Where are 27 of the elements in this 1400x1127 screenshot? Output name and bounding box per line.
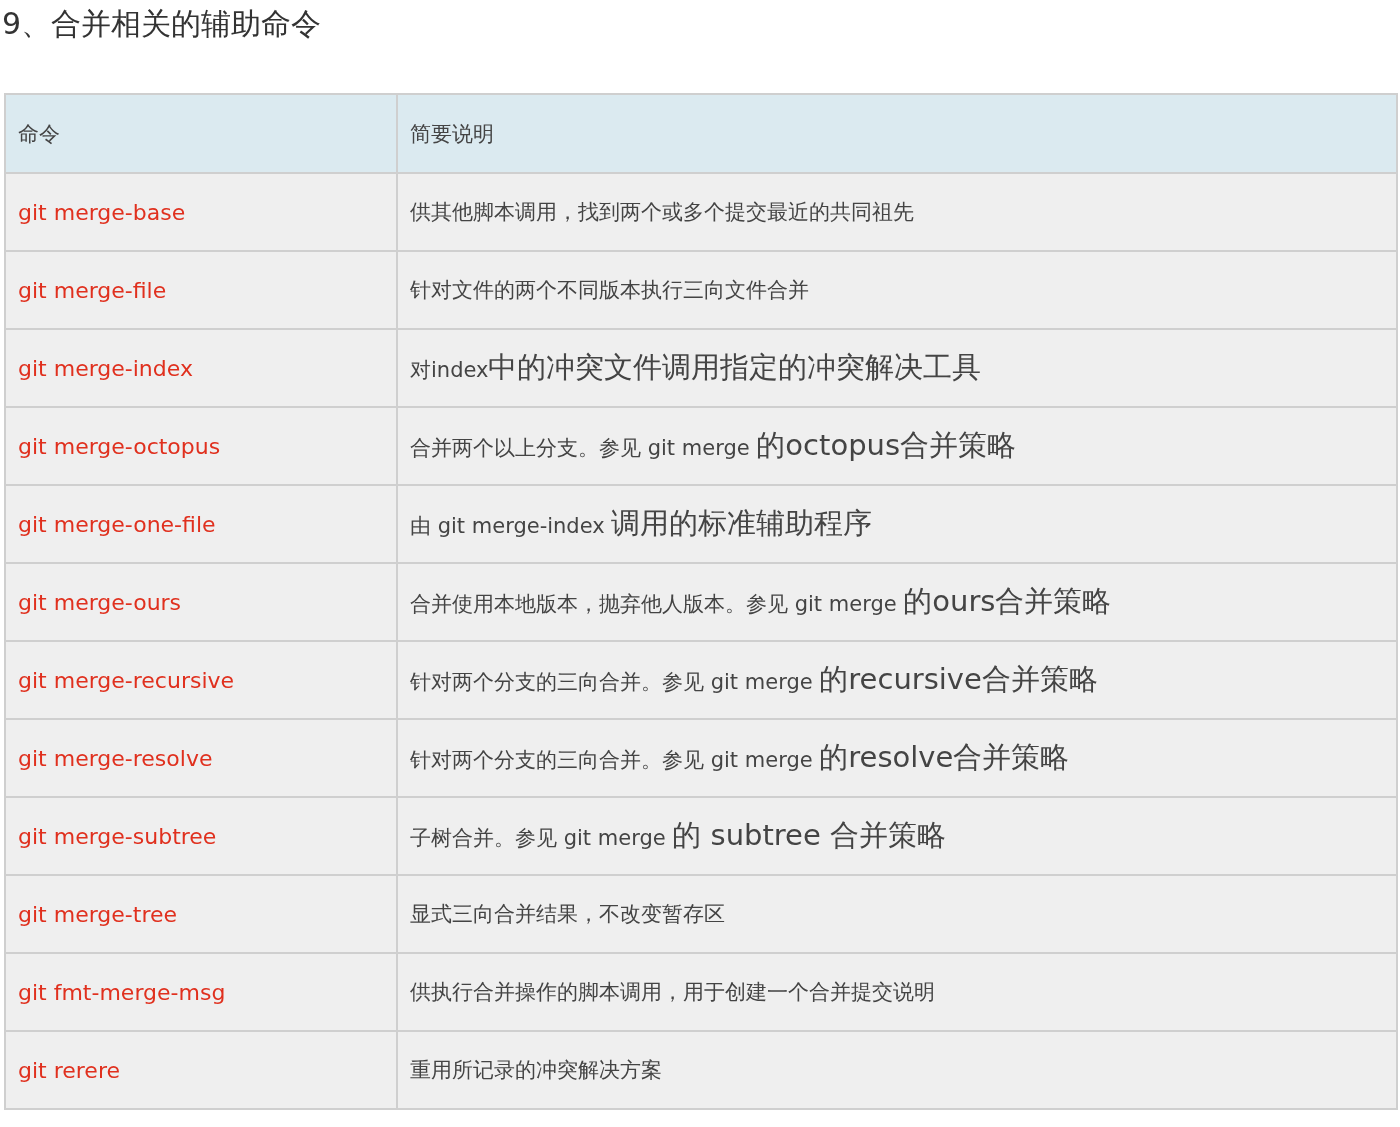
column-header: 命令 [5,94,397,173]
description-cell: 合并两个以上分支。参见 git merge 的octopus合并策略 [397,407,1397,485]
description-cell: 针对两个分支的三向合并。参见 git merge 的recursive合并策略 [397,641,1397,719]
command-cell: git fmt-merge-msg [5,953,397,1031]
description-cell: 由 git merge-index 调用的标准辅助程序 [397,485,1397,563]
description-cell: 合并使用本地版本，抛弃他人版本。参见 git merge 的ours合并策略 [397,563,1397,641]
command-cell: git merge-tree [5,875,397,953]
description-cell: 针对文件的两个不同版本执行三向文件合并 [397,251,1397,329]
command-cell: git merge-one-file [5,485,397,563]
command-cell: git merge-file [5,251,397,329]
command-cell: git merge-base [5,173,397,251]
section-heading: 9、合并相关的辅助命令 [2,5,323,43]
description-cell: 显式三向合并结果，不改变暂存区 [397,875,1397,953]
command-cell: git merge-octopus [5,407,397,485]
description-cell: 针对两个分支的三向合并。参见 git merge 的resolve合并策略 [397,719,1397,797]
command-cell: git rerere [5,1031,397,1109]
description-cell: 子树合并。参见 git merge 的 subtree 合并策略 [397,797,1397,875]
description-cell: 供其他脚本调用，找到两个或多个提交最近的共同祖先 [397,173,1397,251]
command-cell: git merge-recursive [5,641,397,719]
description-cell: 供执行合并操作的脚本调用，用于创建一个合并提交说明 [397,953,1397,1031]
command-cell: git merge-resolve [5,719,397,797]
column-header: 简要说明 [397,94,1397,173]
description-cell: 对index中的冲突文件调用指定的冲突解决工具 [397,329,1397,407]
command-cell: git merge-ours [5,563,397,641]
command-cell: git merge-subtree [5,797,397,875]
command-cell: git merge-index [5,329,397,407]
description-cell: 重用所记录的冲突解决方案 [397,1031,1397,1109]
